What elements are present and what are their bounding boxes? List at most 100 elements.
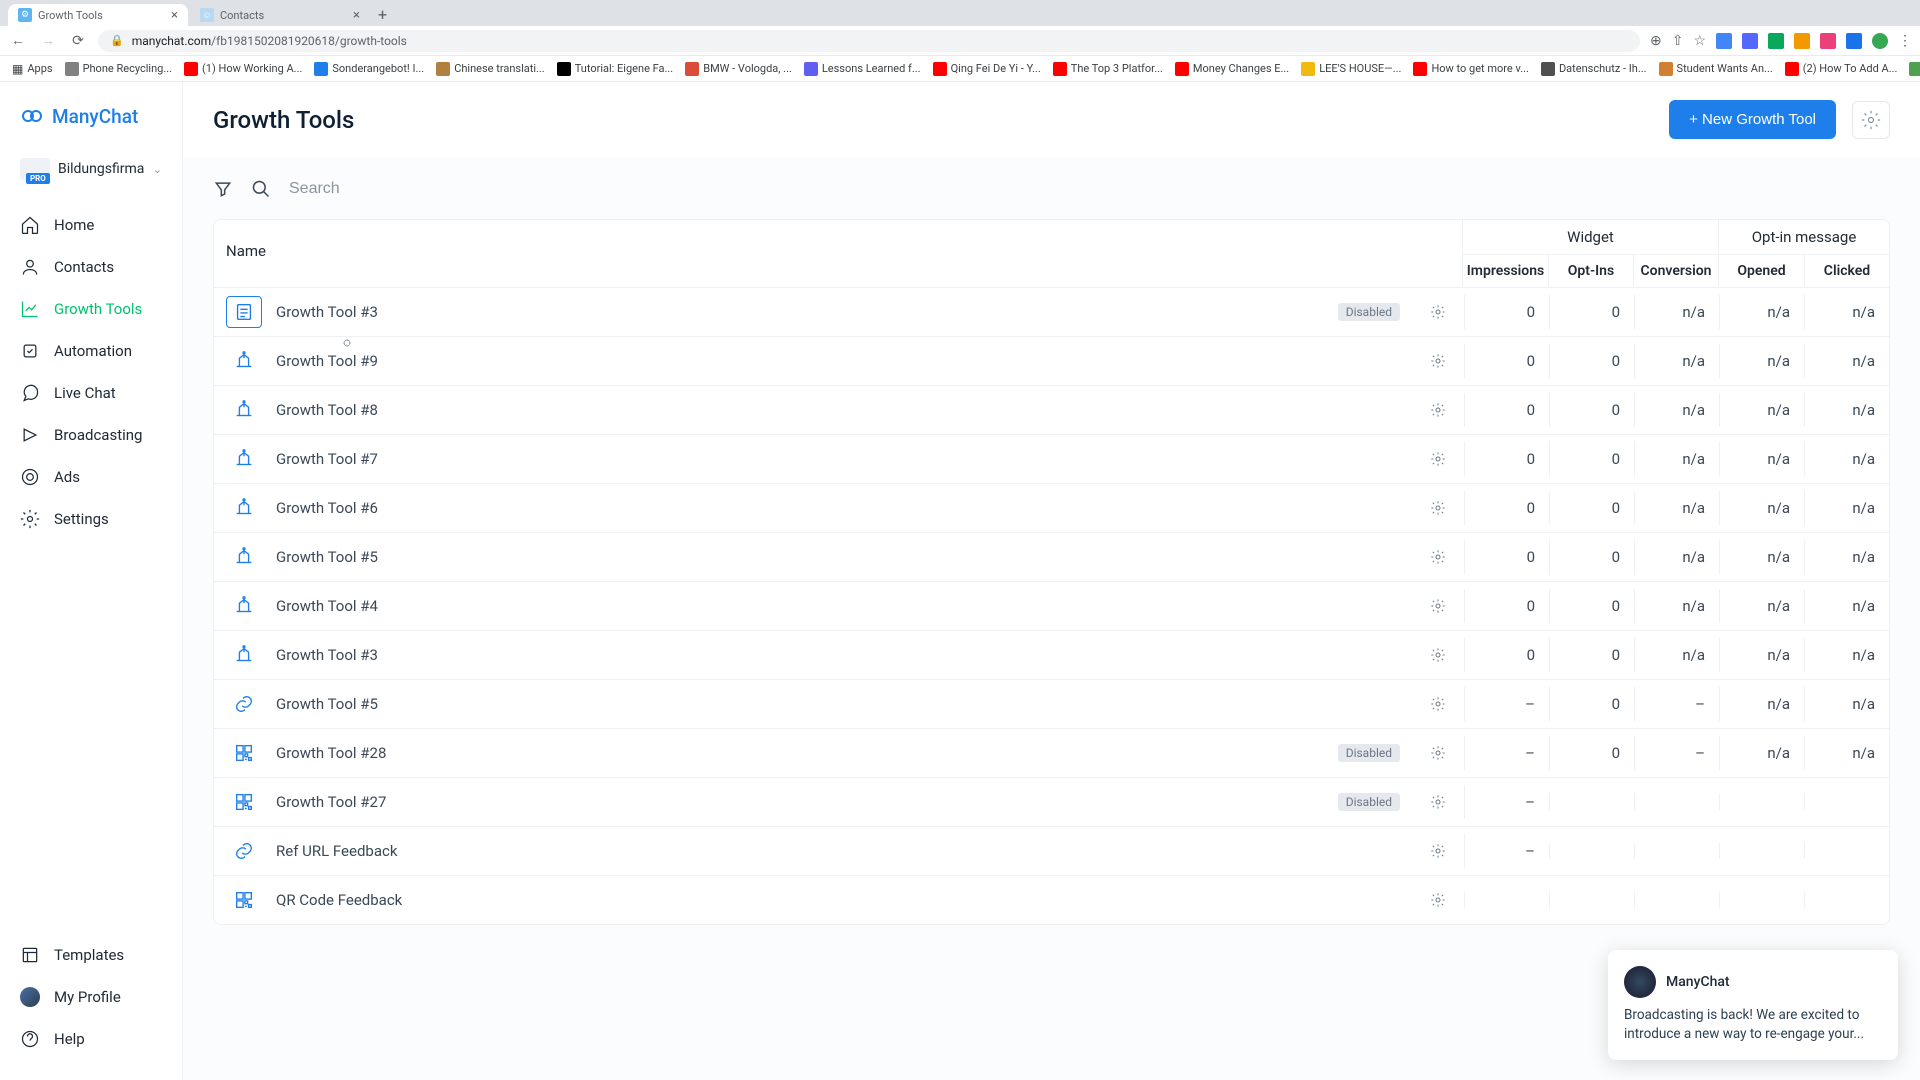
automation-icon (20, 341, 40, 361)
table-row[interactable]: Growth Tool #900n/an/an/a (214, 337, 1889, 386)
extension-icon[interactable] (1742, 33, 1758, 49)
table-row[interactable]: Growth Tool #28Disabled–0–n/an/a (214, 729, 1889, 778)
extension-icon[interactable] (1820, 33, 1836, 49)
bookmark-item[interactable]: ▦Apps (8, 60, 57, 78)
share-icon[interactable]: ⇧ (1672, 33, 1684, 49)
bookmark-item[interactable]: Lessons Learned f... (800, 60, 925, 78)
row-settings-button[interactable] (1424, 843, 1452, 859)
extension-icon[interactable] (1716, 33, 1732, 49)
forward-button[interactable]: → (38, 32, 58, 49)
sidebar-item-broadcast[interactable]: Broadcasting (6, 414, 176, 456)
star-icon[interactable]: ☆ (1693, 33, 1706, 49)
row-settings-button[interactable] (1424, 402, 1452, 418)
sidebar: ManyChat PRO Bildungsfirma ⌄ HomeContact… (0, 82, 183, 1080)
sidebar-item-templates[interactable]: Templates (6, 934, 176, 976)
sidebar-item-growth[interactable]: Growth Tools (6, 288, 176, 330)
new-tab-button[interactable]: + (372, 3, 393, 26)
search-icon[interactable] (251, 179, 271, 199)
notification-popup[interactable]: ManyChat Broadcasting is back! We are ex… (1608, 950, 1898, 1060)
table-row[interactable]: Growth Tool #27Disabled– (214, 778, 1889, 827)
sidebar-item-avatar[interactable]: My Profile (6, 976, 176, 1018)
bookmark-item[interactable]: LEE'S HOUSE—... (1297, 60, 1405, 78)
column-clicked[interactable]: Clicked (1804, 255, 1889, 287)
sidebar-item-chat[interactable]: Live Chat (6, 372, 176, 414)
bookmark-item[interactable]: Sonderangebot! I... (310, 60, 428, 78)
bookmark-item[interactable]: Chinese translati... (432, 60, 549, 78)
table-row[interactable]: Growth Tool #400n/an/an/a (214, 582, 1889, 631)
row-settings-button[interactable] (1424, 353, 1452, 369)
sidebar-item-settings[interactable]: Settings (6, 498, 176, 540)
table-row[interactable]: Growth Tool #5–0–n/an/a (214, 680, 1889, 729)
extension-icon[interactable] (1794, 33, 1810, 49)
row-settings-button[interactable] (1424, 549, 1452, 565)
table-row[interactable]: Growth Tool #300n/an/an/a (214, 631, 1889, 680)
bookmark-item[interactable]: (1) How Working A... (180, 60, 306, 78)
bookmark-item[interactable]: Tutorial: Eigene Fa... (553, 60, 678, 78)
row-settings-button[interactable] (1424, 451, 1452, 467)
browser-toolbar: ← → ⟳ 🔒 manychat.com/fb198150208192061​8… (0, 26, 1920, 56)
extension-icon[interactable] (1768, 33, 1784, 49)
url-bar[interactable]: 🔒 manychat.com/fb198150208192061​8/growt… (98, 30, 1640, 52)
column-conversion[interactable]: Conversion (1633, 255, 1718, 287)
table-row[interactable]: Growth Tool #700n/an/an/a (214, 435, 1889, 484)
sidebar-item-home[interactable]: Home (6, 204, 176, 246)
page-settings-button[interactable] (1852, 101, 1890, 139)
browser-tab-active[interactable]: ⚙ Growth Tools × (8, 4, 188, 26)
row-settings-button[interactable] (1424, 500, 1452, 516)
table-row[interactable]: Growth Tool #500n/an/an/a (214, 533, 1889, 582)
extension-icon[interactable] (1846, 33, 1862, 49)
browser-tab[interactable]: ☺ Contacts × (190, 4, 370, 26)
sidebar-item-contacts[interactable]: Contacts (6, 246, 176, 288)
sidebar-item-automation[interactable]: Automation (6, 330, 176, 372)
bookmark-item[interactable]: The Top 3 Platfor... (1049, 60, 1167, 78)
row-settings-button[interactable] (1424, 304, 1452, 320)
search-input[interactable] (289, 180, 589, 198)
row-settings-button[interactable] (1424, 794, 1452, 810)
brand[interactable]: ManyChat (0, 82, 182, 144)
back-button[interactable]: ← (8, 32, 28, 49)
table-row[interactable]: Growth Tool #3Disabled00n/an/an/a (214, 288, 1889, 337)
column-impressions[interactable]: Impressions (1463, 255, 1548, 287)
row-settings-button[interactable] (1424, 696, 1452, 712)
close-icon[interactable]: × (171, 8, 178, 23)
table-row[interactable]: Growth Tool #600n/an/an/a (214, 484, 1889, 533)
table-row[interactable]: Ref URL Feedback– (214, 827, 1889, 876)
bookmark-item[interactable]: How to get more v... (1409, 60, 1533, 78)
tool-name: Growth Tool #6 (276, 499, 378, 517)
row-settings-button[interactable] (1424, 598, 1452, 614)
bookmark-item[interactable]: Qing Fei De Yi - Y... (929, 60, 1045, 78)
cell-value: – (1464, 785, 1549, 819)
row-settings-button[interactable] (1424, 892, 1452, 908)
bookmark-item[interactable]: Money Changes E... (1171, 60, 1293, 78)
column-optins[interactable]: Opt-Ins (1548, 255, 1633, 287)
sidebar-item-help[interactable]: Help (6, 1018, 176, 1060)
close-icon[interactable]: × (353, 8, 360, 23)
column-opened[interactable]: Opened (1719, 255, 1804, 287)
bookmark-item[interactable]: Student Wants An... (1655, 60, 1777, 78)
bookmark-item[interactable]: Download - Cooki... (1905, 60, 1920, 78)
landing-icon (226, 443, 262, 475)
bookmark-item[interactable]: Phone Recycling... (61, 60, 176, 78)
reload-button[interactable]: ⟳ (68, 33, 88, 49)
row-settings-button[interactable] (1424, 647, 1452, 663)
column-name[interactable]: Name (214, 220, 1462, 287)
cell-value (1804, 843, 1889, 859)
bookmark-item[interactable]: (2) How To Add A... (1781, 60, 1902, 78)
bookmark-item[interactable]: Datenschutz - Ih... (1537, 60, 1651, 78)
table-row[interactable]: QR Code Feedback (214, 876, 1889, 924)
contacts-icon (20, 257, 40, 277)
menu-icon[interactable]: ⋮ (1898, 33, 1912, 49)
filter-icon[interactable] (213, 179, 233, 199)
qr-icon (226, 737, 262, 769)
zoom-icon[interactable]: ⊕ (1650, 33, 1662, 49)
ads-icon (20, 467, 40, 487)
sidebar-item-ads[interactable]: Ads (6, 456, 176, 498)
cell-value (1719, 892, 1804, 908)
workspace-switcher[interactable]: PRO Bildungsfirma ⌄ (12, 152, 170, 186)
bookmark-item[interactable]: BMW - Vologda, ... (681, 60, 796, 78)
profile-avatar[interactable] (1872, 33, 1888, 49)
new-growth-tool-button[interactable]: + New Growth Tool (1669, 100, 1836, 139)
table-row[interactable]: Growth Tool #800n/an/an/a (214, 386, 1889, 435)
cell-value: 0 (1464, 491, 1549, 525)
row-settings-button[interactable] (1424, 745, 1452, 761)
